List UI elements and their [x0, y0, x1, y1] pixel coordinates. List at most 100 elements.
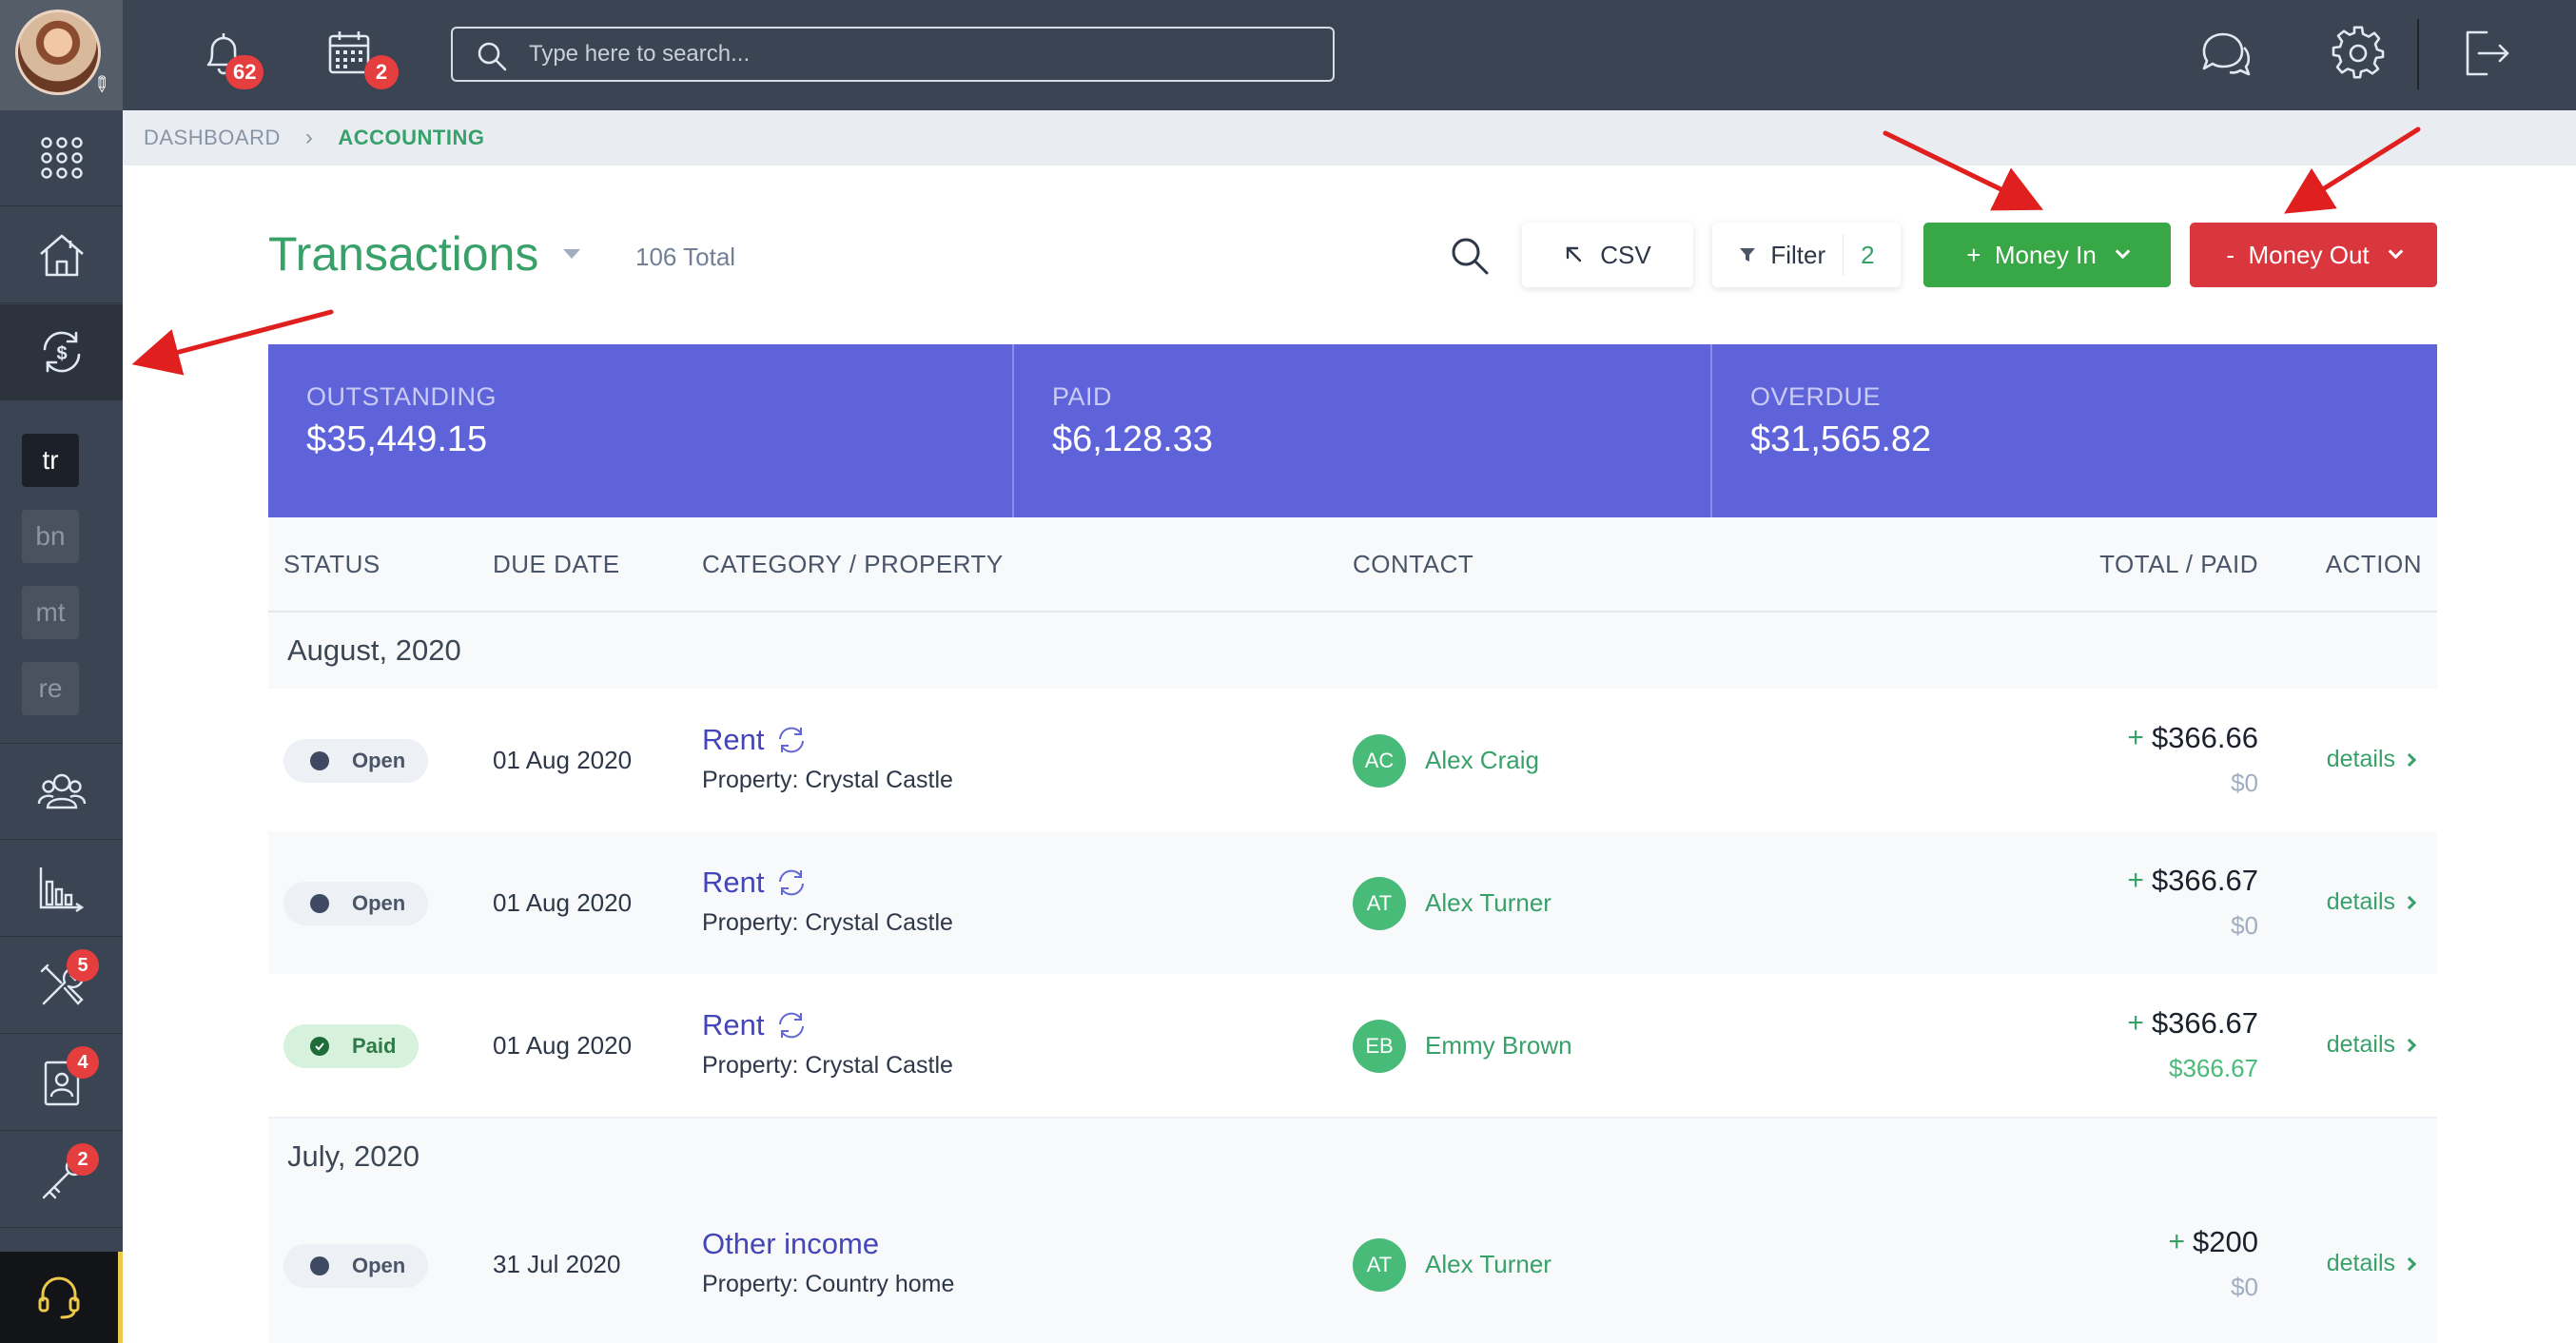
- chat-icon[interactable]: [2196, 25, 2254, 82]
- sidebar-item-properties[interactable]: [0, 207, 123, 303]
- status-text: Open: [352, 891, 406, 915]
- svg-text:$: $: [56, 343, 67, 364]
- table-row[interactable]: Open 01 Aug 2020 Rent Property: Crystal …: [268, 689, 2437, 831]
- status-badge: Open: [283, 1244, 429, 1288]
- column-status[interactable]: STATUS: [283, 550, 381, 579]
- category-link[interactable]: Rent: [702, 1008, 808, 1042]
- category-link[interactable]: Rent: [702, 866, 808, 900]
- money-out-label: - Money Out: [2226, 240, 2370, 269]
- status-text: Open: [352, 1254, 406, 1277]
- filter-icon: [1740, 248, 1756, 262]
- sidebar-item-apps[interactable]: [0, 110, 123, 206]
- gear-icon[interactable]: [2330, 25, 2387, 82]
- total-value: $200: [2193, 1225, 2258, 1258]
- money-in-button[interactable]: + Money In: [1923, 223, 2171, 287]
- due-date: 01 Aug 2020: [493, 746, 633, 774]
- filter-count: 2: [1843, 234, 1875, 276]
- search-input[interactable]: [529, 40, 1309, 68]
- paid-label: PAID: [1052, 382, 1113, 411]
- filter-button[interactable]: Filter 2: [1712, 223, 1901, 287]
- details-link[interactable]: details: [2327, 1250, 2417, 1277]
- column-contact[interactable]: CONTACT: [1353, 550, 1473, 579]
- summary-overdue[interactable]: OVERDUE $31,565.82: [1712, 344, 2437, 517]
- calendar-badge: 2: [364, 55, 399, 89]
- tenants-badge: 4: [67, 1046, 99, 1079]
- contact-link[interactable]: Alex Turner: [1425, 1250, 1551, 1279]
- contact-link[interactable]: Emmy Brown: [1425, 1031, 1572, 1061]
- outstanding-label: OUTSTANDING: [306, 382, 497, 411]
- category-link[interactable]: Rent: [702, 723, 808, 757]
- sidebar-item-maintenance[interactable]: 5: [0, 938, 123, 1034]
- total-value: $366.67: [2151, 864, 2258, 897]
- recurring-icon: [779, 1012, 805, 1039]
- table-row[interactable]: Open 01 Aug 2020 Rent Property: Crystal …: [268, 831, 2437, 974]
- search-icon: [478, 42, 507, 71]
- details-text: details: [2326, 888, 2395, 915]
- sidebar: ✎ $ tr bn mt re 5 4 2: [0, 0, 123, 1343]
- outstanding-value: $35,449.15: [306, 419, 488, 459]
- total-value: $366.66: [2151, 721, 2258, 754]
- headset-icon: [38, 1276, 80, 1319]
- breadcrumb-accounting[interactable]: ACCOUNTING: [338, 126, 484, 150]
- month-group-label: August, 2020: [287, 633, 461, 667]
- caret-down-icon[interactable]: [563, 249, 580, 259]
- subnav-bn[interactable]: bn: [22, 510, 79, 563]
- overdue-label: OVERDUE: [1750, 382, 1882, 411]
- summary-paid[interactable]: PAID $6,128.33: [1014, 344, 1712, 517]
- subnav-re[interactable]: re: [22, 662, 79, 715]
- property-text: Property: Crystal Castle: [702, 909, 953, 936]
- category-link[interactable]: Other income: [702, 1227, 879, 1261]
- avatar[interactable]: [15, 10, 101, 95]
- sidebar-item-people[interactable]: [0, 744, 123, 840]
- table-row[interactable]: Open 31 Jul 2020 Other income Property: …: [268, 1193, 2437, 1343]
- chevron-right-icon: [2402, 1256, 2417, 1271]
- sidebar-item-tenants[interactable]: 4: [0, 1035, 123, 1131]
- summary-panel: OUTSTANDING $35,449.15 PAID $6,128.33 OV…: [268, 344, 2437, 517]
- due-date: 31 Jul 2020: [493, 1250, 621, 1278]
- sidebar-subnav: tr bn mt re: [0, 409, 123, 744]
- column-category[interactable]: CATEGORY / PROPERTY: [702, 550, 1004, 579]
- summary-outstanding[interactable]: OUTSTANDING $35,449.15: [268, 344, 1014, 517]
- top-bar: 62 2: [123, 0, 2576, 110]
- details-link[interactable]: details: [2327, 746, 2417, 773]
- column-total-paid[interactable]: TOTAL / PAID: [2099, 550, 2258, 579]
- column-due-date[interactable]: DUE DATE: [493, 550, 620, 579]
- contact-link[interactable]: Alex Craig: [1425, 746, 1539, 775]
- table-row[interactable]: Paid 01 Aug 2020 Rent Property: Crystal …: [268, 974, 2437, 1117]
- people-icon: [37, 773, 86, 809]
- subnav-tr[interactable]: tr: [22, 434, 79, 487]
- plus-icon: +: [2127, 1007, 2144, 1039]
- contact-link[interactable]: Alex Turner: [1425, 888, 1551, 918]
- sidebar-item-keys[interactable]: 2: [0, 1132, 123, 1228]
- details-link[interactable]: details: [2327, 1031, 2417, 1059]
- csv-export-button[interactable]: CSV: [1522, 223, 1693, 287]
- overdue-value: $31,565.82: [1750, 419, 1932, 459]
- table-header: STATUS DUE DATE CATEGORY / PROPERTY CONT…: [268, 517, 2437, 613]
- money-out-button[interactable]: - Money Out: [2190, 223, 2437, 287]
- search-icon[interactable]: [1448, 234, 1492, 278]
- sidebar-item-reports[interactable]: [0, 841, 123, 937]
- support-button[interactable]: [0, 1252, 123, 1343]
- status-badge: Open: [283, 739, 429, 783]
- plus-icon: +: [2127, 722, 2144, 753]
- property-text: Property: Crystal Castle: [702, 767, 953, 793]
- status-badge: Open: [283, 882, 429, 925]
- sidebar-item-accounting[interactable]: $: [0, 304, 123, 400]
- paid-amount: $0: [2231, 769, 2258, 797]
- global-search[interactable]: [451, 27, 1335, 82]
- category-text: Rent: [702, 866, 765, 899]
- recurring-icon: [779, 727, 805, 753]
- avatar-area[interactable]: ✎: [0, 0, 123, 110]
- logout-icon[interactable]: [2458, 25, 2515, 82]
- property-text: Property: Crystal Castle: [702, 1052, 953, 1079]
- contact-avatar: AT: [1353, 877, 1406, 930]
- total-amount: + $200: [2169, 1225, 2259, 1259]
- page-title[interactable]: Transactions: [268, 226, 538, 282]
- contact-avatar: AT: [1353, 1238, 1406, 1292]
- category-text: Other income: [702, 1227, 880, 1260]
- subnav-mt[interactable]: mt: [22, 586, 79, 639]
- breadcrumb-dashboard[interactable]: DASHBOARD: [144, 126, 281, 150]
- paid-amount: $366.67: [2169, 1054, 2258, 1082]
- details-link[interactable]: details: [2326, 888, 2417, 916]
- status-dot-icon: [310, 894, 329, 913]
